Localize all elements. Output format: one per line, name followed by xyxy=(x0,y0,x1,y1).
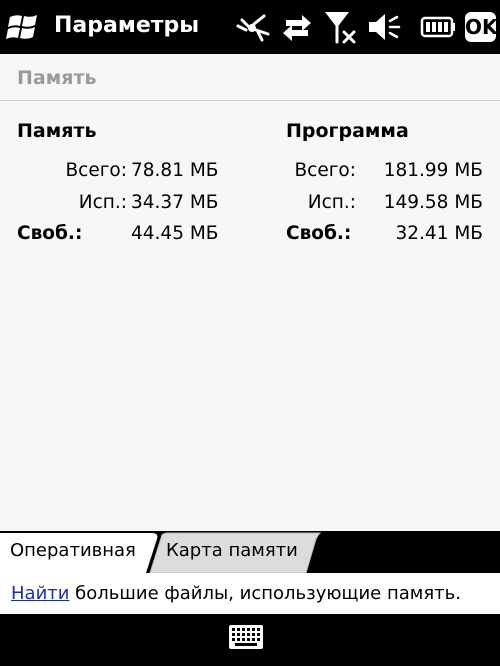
memory-section: Память Всего: 78.81 МБ Исп.: 34.37 МБ Св… xyxy=(17,118,247,250)
program-section-title: Программа xyxy=(286,120,409,142)
memory-used-value: 34.37 МБ xyxy=(131,191,219,213)
memory-total-value: 78.81 МБ xyxy=(131,160,219,181)
program-used-label: Исп.: xyxy=(307,191,356,213)
battery-icon[interactable] xyxy=(418,10,458,44)
footer-hint: Найти большие файлы, использующие память… xyxy=(0,573,500,614)
page-header: Память xyxy=(0,54,500,100)
header-divider xyxy=(0,100,500,101)
connectivity-icon[interactable] xyxy=(234,10,272,44)
app-title[interactable]: Параметры xyxy=(54,12,199,40)
softkey-bar xyxy=(0,614,500,666)
tab-memory-card[interactable]: Карта памяти xyxy=(166,540,298,561)
program-total-value: 181.99 МБ xyxy=(383,160,483,181)
memory-used-row: Исп.: 34.37 МБ xyxy=(17,187,247,219)
program-free-value: 32.41 МБ xyxy=(395,223,484,244)
tab-strip: Оперативная Карта памяти xyxy=(0,531,500,573)
data-transfer-icon[interactable] xyxy=(280,10,314,44)
memory-free-label: Своб.: xyxy=(17,223,83,244)
program-used-value: 149.58 МБ xyxy=(383,191,483,213)
title-bar: Параметры OK xyxy=(0,0,500,54)
program-free-row: Своб.: 32.41 МБ xyxy=(286,218,500,250)
windows-start-icon[interactable] xyxy=(4,8,44,46)
memory-total-label: Всего: xyxy=(65,160,127,181)
keyboard-icon[interactable] xyxy=(228,624,264,650)
tab-ram[interactable]: Оперативная xyxy=(10,540,136,561)
memory-free-row: Своб.: 44.45 МБ xyxy=(17,218,247,250)
page-title: Память xyxy=(17,67,97,89)
find-link[interactable]: Найти xyxy=(11,583,69,604)
program-total-row: Всего: 181.99 МБ xyxy=(286,155,500,187)
no-signal-icon[interactable] xyxy=(324,10,358,44)
speaker-volume-icon[interactable] xyxy=(366,10,402,44)
program-free-label: Своб.: xyxy=(286,223,352,244)
memory-free-value: 44.45 МБ xyxy=(131,223,219,244)
ok-button[interactable]: OK xyxy=(465,12,498,42)
footer-text: Найти большие файлы, использующие память… xyxy=(11,583,461,604)
memory-section-title: Память xyxy=(17,120,97,142)
program-total-label: Всего: xyxy=(294,160,356,181)
footer-rest-text: большие файлы, использующие память. xyxy=(69,583,461,604)
memory-used-label: Исп.: xyxy=(78,191,127,213)
program-used-row: Исп.: 149.58 МБ xyxy=(286,187,500,219)
program-section: Программа Всего: 181.99 МБ Исп.: 149.58 … xyxy=(286,118,500,250)
memory-total-row: Всего: 78.81 МБ xyxy=(17,155,247,187)
